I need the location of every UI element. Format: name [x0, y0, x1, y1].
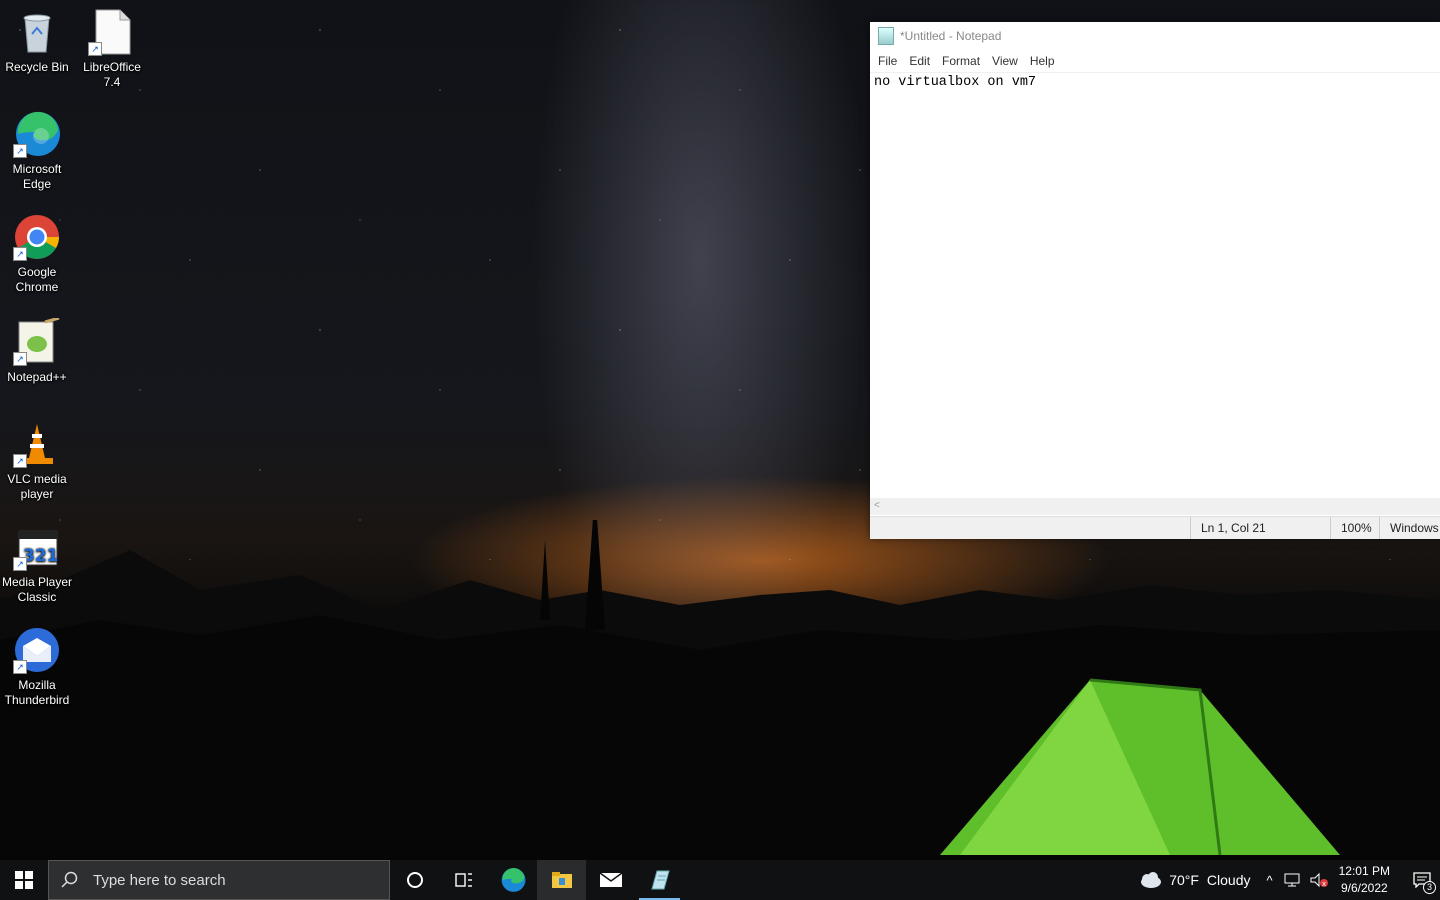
clock-time: 12:01 PM [1338, 864, 1390, 878]
search-icon [61, 871, 78, 888]
shortcut-arrow-icon: ↗ [13, 557, 27, 571]
window-title: *Untitled - Notepad [900, 29, 1002, 43]
desktop-icon-notepadpp[interactable]: ↗ Notepad++ [0, 316, 74, 385]
menu-help[interactable]: Help [1024, 54, 1061, 68]
network-icon[interactable] [1283, 872, 1303, 888]
taskbar-mail[interactable] [586, 860, 635, 900]
cloud-icon [1141, 872, 1162, 888]
menu-format[interactable]: Format [936, 54, 986, 68]
shortcut-arrow-icon: ↗ [13, 352, 27, 366]
menu-view[interactable]: View [986, 54, 1024, 68]
chrome-icon: ↗ [13, 213, 61, 261]
desktop-icon-label: Media Player Classic [1, 575, 73, 604]
desktop-icon-vlc[interactable]: ↗ VLC media player [0, 420, 74, 502]
notepad-text-area[interactable]: no virtualbox on vm7 [870, 72, 1440, 521]
system-tray: 70°F Cloudy ^ x 12:01 PM 9/6/2022 3 [1137, 860, 1440, 900]
cortana-icon [406, 872, 423, 888]
menu-edit[interactable]: Edit [903, 54, 936, 68]
notification-count-badge: 3 [1423, 881, 1436, 894]
recycle-bin-icon [13, 8, 61, 56]
taskbar-search[interactable] [48, 860, 390, 900]
desktop-icon-libreoffice[interactable]: ↗ LibreOffice 7.4 [75, 8, 149, 90]
desktop-icon-label: Mozilla Thunderbird [4, 678, 70, 707]
shortcut-arrow-icon: ↗ [13, 247, 27, 261]
edge-icon: ↗ [13, 110, 61, 158]
desktop-icon-label: LibreOffice 7.4 [83, 60, 141, 89]
desktop-icon-label: Google Chrome [15, 265, 59, 294]
libreoffice-icon: ↗ [88, 8, 136, 56]
notepad-window[interactable]: *Untitled - Notepad File Edit Format Vie… [870, 22, 1440, 539]
weather-condition[interactable]: Cloudy [1207, 872, 1251, 888]
desktop-icon-label: Recycle Bin [5, 60, 69, 74]
clock[interactable]: 12:01 PM 9/6/2022 [1339, 863, 1390, 897]
clock-date: 9/6/2022 [1340, 881, 1388, 895]
svg-text:x: x [1322, 880, 1326, 888]
notepad-icon [650, 870, 670, 890]
cortana-button[interactable] [390, 860, 439, 900]
desktop-icon-recycle-bin[interactable]: Recycle Bin [0, 8, 74, 75]
volume-muted-icon[interactable]: x [1309, 872, 1329, 888]
edge-icon [501, 868, 525, 892]
desktop-icon-label: VLC media player [7, 472, 67, 501]
shortcut-arrow-icon: ↗ [13, 144, 27, 158]
horizontal-scrollbar[interactable]: < [870, 498, 1440, 515]
vlc-icon: ↗ [13, 420, 61, 468]
document-text: no virtualbox on vm7 [874, 75, 1037, 90]
menu-file[interactable]: File [872, 54, 903, 68]
status-position: Ln 1, Col 21 [1190, 517, 1329, 539]
desktop-icon-chrome[interactable]: ↗ Google Chrome [0, 213, 74, 295]
notepad-titlebar[interactable]: *Untitled - Notepad [870, 22, 1440, 50]
notepadpp-icon: ↗ [13, 316, 61, 366]
task-view-button[interactable] [439, 860, 488, 900]
start-button[interactable] [0, 860, 48, 900]
action-center-button[interactable]: 3 [1404, 860, 1440, 900]
shortcut-arrow-icon: ↗ [13, 660, 27, 674]
mail-icon [599, 872, 622, 887]
desktop-icon-label: Notepad++ [7, 370, 67, 384]
notepad-icon [878, 27, 894, 45]
desktop-icon-thunderbird[interactable]: ↗ Mozilla Thunderbird [0, 626, 74, 708]
desktop-icon-edge[interactable]: ↗ Microsoft Edge [0, 110, 74, 192]
thunderbird-icon: ↗ [13, 626, 61, 674]
shortcut-arrow-icon: ↗ [88, 42, 102, 56]
task-view-icon [454, 873, 472, 887]
svg-text:321: 321 [23, 546, 59, 566]
taskbar-notepad[interactable] [635, 860, 684, 900]
scroll-left-icon[interactable]: < [874, 500, 880, 511]
wallpaper-tent [940, 678, 1340, 856]
status-line-ending: Windows [1379, 517, 1440, 539]
mpc-icon: 321 ↗ [13, 523, 61, 571]
file-explorer-icon [551, 872, 572, 888]
desktop-icon-label: Microsoft Edge [12, 162, 62, 191]
notepad-statusbar: Ln 1, Col 21 100% Windows [870, 516, 1440, 539]
search-input[interactable] [91, 870, 375, 890]
taskbar-file-explorer[interactable] [537, 860, 586, 900]
status-zoom: 100% [1330, 517, 1381, 539]
notepad-menubar: File Edit Format View Help [870, 50, 1440, 72]
taskbar: 70°F Cloudy ^ x 12:01 PM 9/6/2022 3 [0, 860, 1440, 900]
shortcut-arrow-icon: ↗ [13, 454, 27, 468]
taskbar-edge[interactable] [488, 860, 537, 900]
desktop-icon-mpc[interactable]: 321 ↗ Media Player Classic [0, 523, 74, 605]
windows-logo-icon [15, 871, 33, 889]
weather-temp[interactable]: 70°F [1169, 872, 1199, 888]
chevron-up-icon[interactable]: ^ [1267, 873, 1273, 888]
